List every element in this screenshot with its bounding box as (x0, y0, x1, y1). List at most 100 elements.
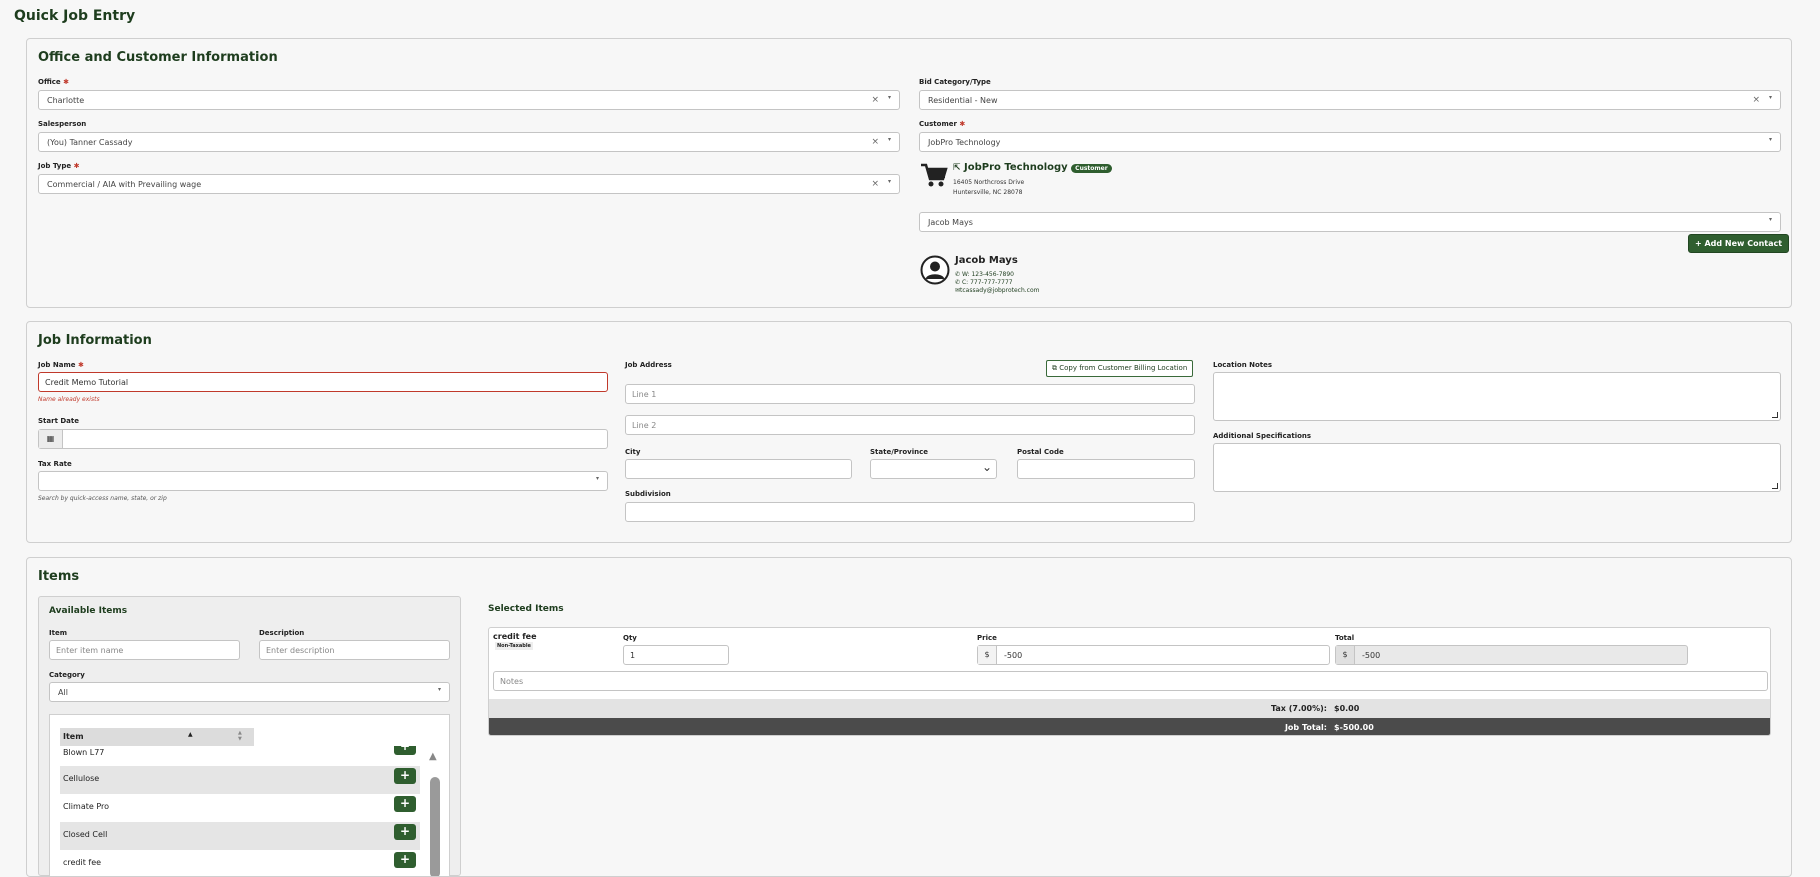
resize-handle-icon[interactable] (1772, 412, 1778, 418)
chevron-down-icon: ▾ (887, 178, 891, 185)
currency-addon: $ (1336, 646, 1355, 664)
delete-item-button[interactable]: 🗑 (1770, 643, 1771, 660)
clear-icon[interactable]: × (1752, 95, 1760, 105)
job-type-value: Commercial / AIA with Prevailing wage (47, 180, 202, 189)
contact-work-phone[interactable]: ✆ W: 123-456-7890 (955, 271, 1014, 278)
list-item: Blown L77 + (60, 746, 420, 768)
start-date-input[interactable]: ▦ (38, 429, 608, 449)
address-line2-input[interactable]: Line 2 (625, 415, 1195, 435)
non-taxable-badge: Non-Taxable (495, 642, 533, 650)
total-label: Total (1335, 634, 1355, 642)
selected-items-table: credit fee Non-Taxable Qty 1 Price $ -50… (488, 627, 1771, 736)
job-name-error: Name already exists (38, 396, 100, 403)
available-items-box: Available Items Item Enter item name Des… (38, 596, 461, 877)
tax-rate-hint: Search by quick-access name, state, or z… (38, 495, 167, 502)
selected-item-name: credit fee (493, 632, 537, 641)
total-value: -500 (1362, 651, 1381, 660)
add-item-button[interactable]: + (394, 746, 416, 755)
item-column-header[interactable]: Item ▲ ▲ ▼ (60, 728, 254, 746)
add-item-button[interactable]: + (394, 824, 416, 840)
page-title: Quick Job Entry (14, 8, 136, 24)
postal-code-input[interactable] (1017, 459, 1195, 479)
scroll-up-arrow-icon[interactable]: ▲ (429, 751, 437, 762)
tax-rate-select[interactable]: ▾ (38, 471, 608, 491)
description-input[interactable]: Enter description (259, 640, 450, 660)
bid-category-label: Bid Category/Type (919, 78, 991, 86)
copy-billing-location-button[interactable]: ⧉ Copy from Customer Billing Location (1046, 360, 1194, 377)
qty-label: Qty (623, 634, 637, 642)
subdivision-label: Subdivision (625, 490, 671, 498)
customer-link[interactable]: ⇱ JobPro Technology Customer (953, 162, 1112, 173)
copy-icon: ⧉ (1052, 364, 1057, 372)
user-avatar-icon (920, 255, 950, 289)
bid-category-select[interactable]: Residential - New × ▾ (919, 90, 1781, 110)
contact-select-value: Jacob Mays (928, 218, 973, 227)
chevron-down-icon: ▾ (887, 136, 891, 143)
contact-email[interactable]: ✉tcassady@jobprotech.com (955, 287, 1039, 294)
resize-handle-icon[interactable] (1772, 483, 1778, 489)
items-panel: Items Available Items Item Enter item na… (26, 557, 1792, 877)
customer-badge: Customer (1071, 164, 1112, 173)
city-input[interactable] (625, 459, 852, 479)
list-item: credit fee + (60, 850, 420, 876)
chevron-down-icon: ▾ (1768, 94, 1772, 101)
cart-icon (920, 163, 948, 193)
description-filter-label: Description (259, 629, 305, 637)
chevron-down-icon: ▾ (437, 686, 441, 693)
contact-select[interactable]: Jacob Mays ▾ (919, 212, 1781, 232)
job-type-select[interactable]: Commercial / AIA with Prevailing wage × ▾ (38, 174, 900, 194)
available-items-list: Item ▲ ▲ ▼ Blown L77 + Cellulose + Climate … (49, 714, 450, 877)
add-item-button[interactable]: + (394, 768, 416, 784)
selected-items-heading: Selected Items (488, 604, 564, 614)
clear-icon[interactable]: × (871, 95, 879, 105)
item-notes-input[interactable]: Notes (493, 671, 1768, 691)
clear-icon[interactable]: × (871, 137, 879, 147)
job-type-label: Job Type ✱ (38, 162, 80, 170)
add-new-contact-button[interactable]: + Add New Contact (1688, 234, 1790, 253)
subdivision-input[interactable] (625, 502, 1195, 522)
job-total-label: Job Total: (1284, 723, 1327, 732)
tax-rate-label: Tax Rate (38, 460, 72, 468)
price-input[interactable]: $ -500 (977, 645, 1330, 665)
currency-addon: $ (978, 646, 997, 664)
job-name-input[interactable]: Credit Memo Tutorial (38, 372, 608, 392)
qty-input[interactable]: 1 (623, 645, 729, 665)
additional-specs-textarea[interactable] (1213, 443, 1781, 492)
chevron-down-icon: ▾ (595, 475, 599, 482)
list-item: Cellulose + (60, 766, 420, 794)
scrollbar-thumb[interactable] (430, 777, 440, 876)
location-notes-textarea[interactable] (1213, 372, 1781, 421)
calendar-icon[interactable]: ▦ (39, 430, 63, 448)
chevron-down-icon: ▾ (1768, 216, 1772, 223)
job-address-label: Job Address (625, 361, 672, 369)
item-filter-label: Item (49, 629, 67, 637)
tax-value: $0.00 (1334, 704, 1360, 713)
office-customer-panel: Office and Customer Information Office ✱… (26, 38, 1792, 308)
job-section-heading: Job Information (38, 333, 152, 348)
address-line1-input[interactable]: Line 1 (625, 384, 1195, 404)
items-list-viewport: Blown L77 + Cellulose + Climate Pro + Close… (60, 746, 424, 876)
state-select[interactable]: ⌄ (870, 459, 997, 479)
item-name-input[interactable]: Enter item name (49, 640, 240, 660)
state-label: State/Province (870, 448, 928, 456)
category-value: All (58, 688, 68, 697)
customer-select[interactable]: JobPro Technology ▾ (919, 132, 1781, 152)
start-date-label: Start Date (38, 417, 79, 425)
job-total-row: Job Total: $-500.00 (489, 718, 1770, 735)
chevron-down-icon: ▾ (887, 94, 891, 101)
postal-code-label: Postal Code (1017, 448, 1064, 456)
office-select[interactable]: Charlotte × ▾ (38, 90, 900, 110)
tax-label: Tax (7.00%): (1270, 704, 1327, 713)
phone-icon: ✆ (955, 271, 961, 278)
list-item: Closed Cell + (60, 822, 420, 850)
items-section-heading: Items (38, 569, 80, 584)
customer-address-line2: Huntersville, NC 28078 (953, 189, 1023, 196)
location-notes-label: Location Notes (1213, 361, 1273, 369)
add-item-button[interactable]: + (394, 796, 416, 812)
category-select[interactable]: All ▾ (49, 682, 450, 702)
clear-icon[interactable]: × (871, 179, 879, 189)
add-item-button[interactable]: + (394, 852, 416, 868)
contact-cell-phone[interactable]: ✆ C: 777-777-7777 (955, 279, 1013, 286)
phone-icon: ✆ (955, 279, 961, 286)
salesperson-select[interactable]: (You) Tanner Cassady × ▾ (38, 132, 900, 152)
